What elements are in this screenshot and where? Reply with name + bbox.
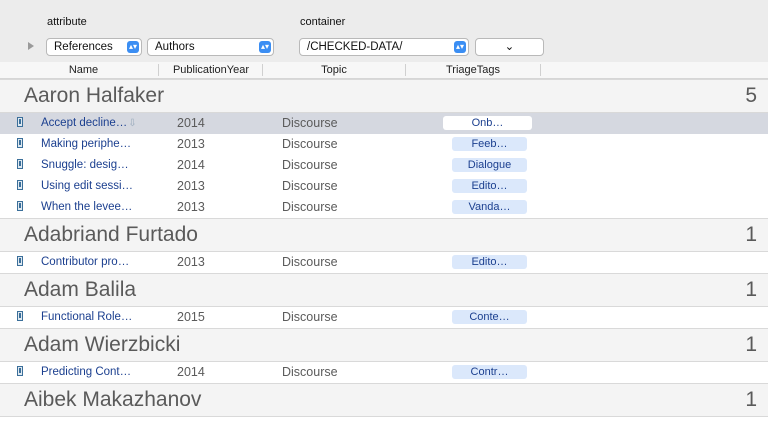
document-icon: [17, 117, 23, 127]
reference-title: Contributor pro…: [41, 256, 130, 268]
download-icon[interactable]: ⇩: [128, 118, 136, 129]
group-header[interactable]: Adam Balila 1: [0, 273, 768, 307]
stepper-icon: ▴▾: [127, 41, 139, 53]
group-name: Aaron Halfaker: [24, 84, 165, 107]
triage-tag[interactable]: Conte…: [452, 310, 527, 324]
reference-list: Aaron Halfaker 5 Accept decline…⇩ 2014 Disco…: [0, 79, 768, 417]
stepper-icon: ▴▾: [259, 41, 271, 53]
topic: Discourse: [282, 200, 338, 214]
triage-tag[interactable]: Edito…: [452, 255, 527, 269]
topic: Discourse: [282, 158, 338, 172]
publication-year: 2013: [177, 137, 205, 151]
column-divider: [158, 64, 159, 76]
reference-row[interactable]: When the levee… 2013 Discourse Vanda…: [0, 197, 768, 218]
group-header[interactable]: Aaron Halfaker 5: [0, 79, 768, 113]
topic: Discourse: [282, 255, 338, 269]
attribute-popup[interactable]: Authors ▴▾: [147, 38, 274, 56]
column-triagetags[interactable]: TriageTags: [407, 64, 539, 76]
disclosure-triangle-icon[interactable]: [28, 42, 34, 50]
reference-row[interactable]: Predicting Cont… 2014 Discourse Contr…: [0, 362, 768, 383]
topic: Discourse: [282, 365, 338, 379]
column-topic[interactable]: Topic: [264, 64, 404, 76]
group-name: Adam Balila: [24, 278, 137, 301]
topic: Discourse: [282, 137, 338, 151]
reference-row[interactable]: Using edit sessi… 2013 Discourse Edito…: [0, 176, 768, 197]
triage-tag[interactable]: Vanda…: [452, 200, 527, 214]
column-divider: [405, 64, 406, 76]
group-name: Adabriand Furtado: [24, 223, 198, 246]
triage-tag[interactable]: Onb…: [443, 116, 532, 130]
topic: Discourse: [282, 179, 338, 193]
triage-tag[interactable]: Edito…: [452, 179, 527, 193]
reference-title: Using edit sessi…: [41, 180, 134, 192]
group-count: 1: [745, 333, 757, 356]
attribute-label: attribute: [47, 16, 87, 28]
reference-row[interactable]: Snuggle: desig… 2014 Discourse Dialogue: [0, 155, 768, 176]
container-label: container: [300, 16, 346, 28]
column-name[interactable]: Name: [10, 64, 157, 76]
triage-tag[interactable]: Feeb…: [452, 137, 527, 151]
group-header[interactable]: Adam Wierzbicki 1: [0, 328, 768, 362]
publication-year: 2013: [177, 179, 205, 193]
column-header: Name PublicationYear Topic TriageTags: [0, 62, 768, 79]
publication-year: 2013: [177, 200, 205, 214]
reference-title: Functional Role…: [41, 311, 133, 323]
group-count: 1: [745, 223, 757, 246]
chevron-down-icon: ⌄: [504, 41, 515, 53]
container-popup-value: /CHECKED-DATA/: [307, 41, 403, 53]
stepper-icon: ▴▾: [454, 41, 466, 53]
topic: Discourse: [282, 116, 338, 130]
topic: Discourse: [282, 310, 338, 324]
reference-row[interactable]: Contributor pro… 2013 Discourse Edito…: [0, 252, 768, 273]
publication-year: 2014: [177, 365, 205, 379]
document-icon: [17, 201, 23, 211]
reference-title: When the levee…: [41, 201, 133, 213]
group-count: 1: [745, 278, 757, 301]
toolbar: attribute container References ▴▾ Author…: [0, 0, 768, 62]
reference-row[interactable]: Accept decline…⇩ 2014 Discourse Onb…: [0, 113, 768, 134]
document-icon: [17, 311, 23, 321]
column-publicationyear[interactable]: PublicationYear: [160, 64, 262, 76]
publication-year: 2015: [177, 310, 205, 324]
publication-year: 2014: [177, 116, 205, 130]
reference-title: Snuggle: desig…: [41, 159, 129, 171]
container-popup[interactable]: /CHECKED-DATA/ ▴▾: [299, 38, 469, 56]
reference-title: Making periphe…: [41, 138, 132, 150]
triage-tag[interactable]: Dialogue: [452, 158, 527, 172]
attribute-popup-value: Authors: [155, 41, 195, 53]
reference-row[interactable]: Making periphe… 2013 Discourse Feeb…: [0, 134, 768, 155]
group-count: 5: [745, 84, 757, 107]
document-icon: [17, 366, 23, 376]
group-header[interactable]: Adabriand Furtado 1: [0, 218, 768, 252]
type-popup[interactable]: References ▴▾: [46, 38, 142, 56]
reference-title: Predicting Cont…: [41, 366, 132, 378]
reference-title: Accept decline…⇩: [41, 117, 137, 129]
reference-row[interactable]: Functional Role… 2015 Discourse Conte…: [0, 307, 768, 328]
document-icon: [17, 138, 23, 148]
document-icon: [17, 180, 23, 190]
group-header[interactable]: Aibek Makazhanov 1: [0, 383, 768, 417]
group-name: Adam Wierzbicki: [24, 333, 181, 356]
type-popup-value: References: [54, 41, 113, 53]
document-icon: [17, 256, 23, 266]
group-count: 1: [745, 388, 757, 411]
triage-tag[interactable]: Contr…: [452, 365, 527, 379]
group-name: Aibek Makazhanov: [24, 388, 202, 411]
column-divider: [262, 64, 263, 76]
extra-popup[interactable]: ⌄: [475, 38, 544, 56]
column-divider: [540, 64, 541, 76]
publication-year: 2013: [177, 255, 205, 269]
publication-year: 2014: [177, 158, 205, 172]
document-icon: [17, 159, 23, 169]
